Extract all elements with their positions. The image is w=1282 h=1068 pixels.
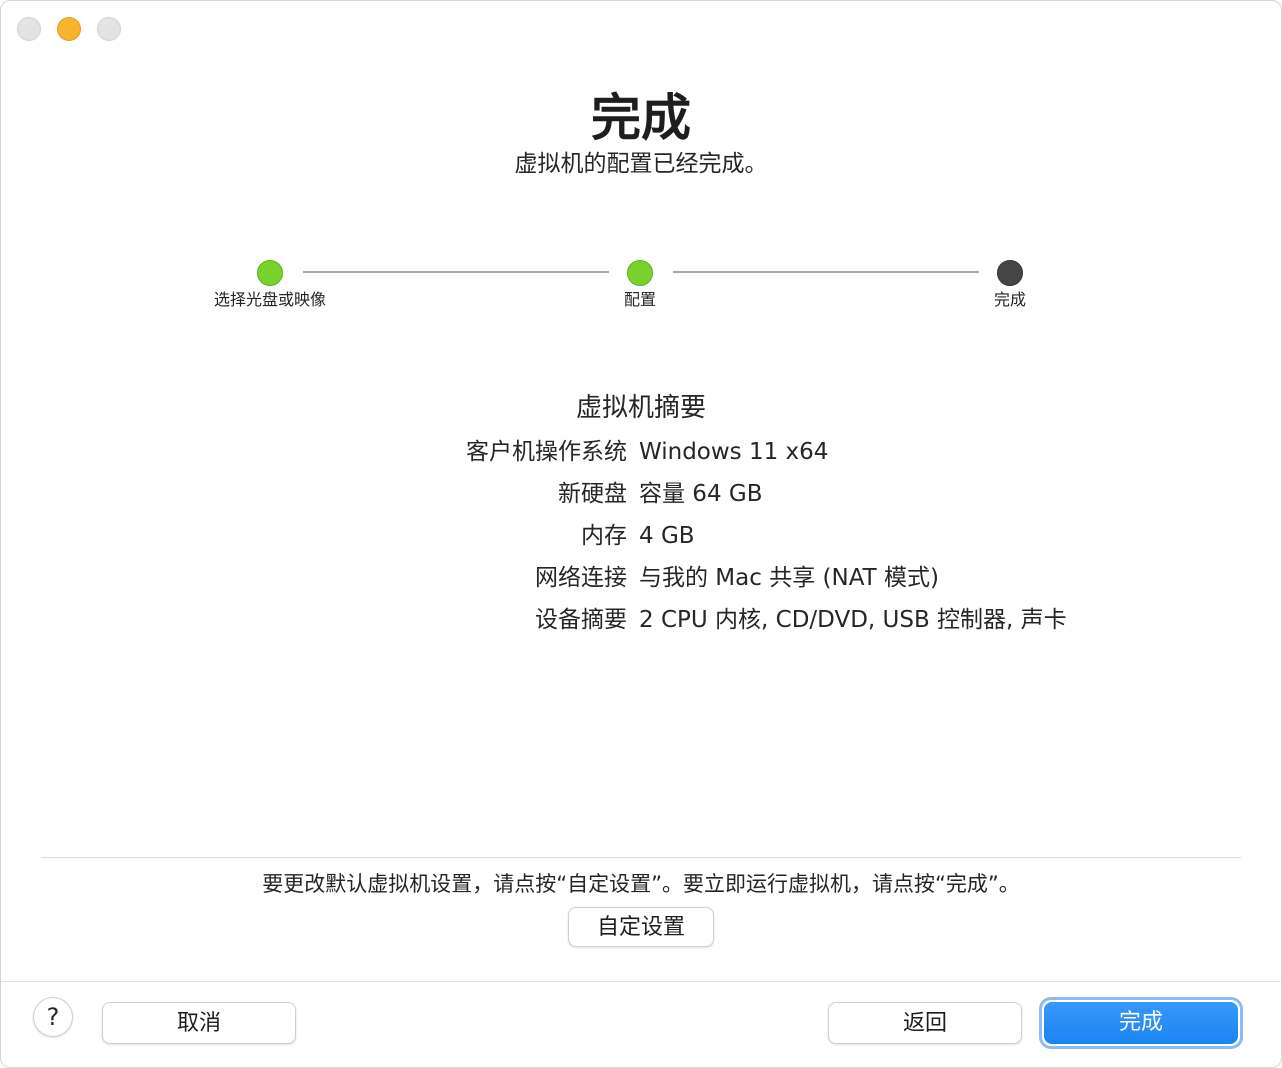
summary-value-memory: 4 GB: [639, 523, 695, 549]
summary-row: 网络连接 与我的 Mac 共享 (NAT 模式): [1, 558, 1281, 598]
step-connector-2: [673, 271, 979, 273]
vm-setup-window: 完成 虚拟机的配置已经完成。 选择光盘或映像 配置 完成 虚拟机摘要 客户机操作…: [0, 0, 1282, 1068]
finish-button-label: 完成: [1044, 1002, 1238, 1044]
summary-key-guest-os: 客户机操作系统: [466, 439, 627, 465]
summary-key-memory: 内存: [581, 523, 627, 549]
summary-row: 内存 4 GB: [1, 516, 1281, 556]
content-divider: [41, 857, 1241, 858]
step-1-label: 选择光盘或映像: [213, 290, 326, 309]
summary-key-devices: 设备摘要: [535, 607, 627, 633]
step-3-label: 完成: [993, 290, 1026, 309]
summary-value-network: 与我的 Mac 共享 (NAT 模式): [639, 565, 939, 591]
summary-value-disk: 容量 64 GB: [639, 481, 763, 507]
step-2-label: 配置: [623, 290, 656, 309]
summary-key-disk: 新硬盘: [558, 481, 627, 507]
step-1-indicator: [257, 260, 283, 286]
customize-hint: 要更改默认虚拟机设置，请点按“自定设置”。要立即运行虚拟机，请点按“完成”。: [262, 872, 1020, 896]
summary-row: 新硬盘 容量 64 GB: [1, 474, 1281, 514]
minimize-window-icon[interactable]: [57, 17, 81, 41]
step-2-indicator: [627, 260, 653, 286]
finish-button[interactable]: 完成: [1039, 997, 1243, 1049]
step-connector-1: [303, 271, 609, 273]
close-window-icon[interactable]: [17, 17, 41, 41]
page-title: 完成: [591, 89, 691, 147]
help-icon: ?: [46, 1003, 60, 1031]
cancel-button[interactable]: 取消: [102, 1002, 296, 1044]
footer-divider: [1, 981, 1281, 982]
summary-value-guest-os: Windows 11 x64: [639, 439, 829, 465]
customize-settings-button[interactable]: 自定设置: [568, 907, 714, 947]
summary-row: 客户机操作系统 Windows 11 x64: [1, 432, 1281, 472]
back-button[interactable]: 返回: [828, 1002, 1022, 1044]
summary-key-network: 网络连接: [535, 565, 627, 591]
page-subtitle: 虚拟机的配置已经完成。: [514, 151, 768, 177]
step-3-indicator: [997, 260, 1023, 286]
zoom-window-icon[interactable]: [97, 17, 121, 41]
summary-title: 虚拟机摘要: [575, 393, 706, 423]
summary-row: 设备摘要 2 CPU 内核, CD/DVD, USB 控制器, 声卡: [1, 600, 1281, 640]
help-button[interactable]: ?: [33, 997, 73, 1037]
summary-value-devices: 2 CPU 内核, CD/DVD, USB 控制器, 声卡: [639, 607, 1067, 633]
